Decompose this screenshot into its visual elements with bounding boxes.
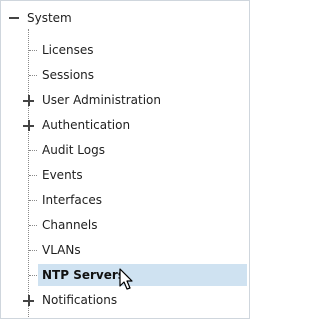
tree-branch-line (29, 200, 37, 201)
tree-branch-line (29, 75, 37, 76)
tree-node-label[interactable]: Channels (42, 213, 98, 238)
tree-node-audit-logs[interactable]: Audit Logs (1, 138, 249, 163)
tree-node-label[interactable]: NTP Servers (42, 263, 125, 288)
tree-node-authentication[interactable]: Authentication (1, 113, 249, 138)
tree-node-system[interactable]: System (1, 6, 249, 31)
tree-branch-line (29, 275, 37, 276)
tree-branch-line (29, 250, 37, 251)
tree-branch-line (29, 175, 37, 176)
tree-node-label[interactable]: Events (42, 163, 83, 188)
tree-node-interfaces[interactable]: Interfaces (1, 188, 249, 213)
mouse-pointer-icon (119, 268, 133, 290)
tree-node-system-label[interactable]: System (27, 6, 72, 31)
tree-node-sessions[interactable]: Sessions (1, 63, 249, 88)
tree-node-events[interactable]: Events (1, 163, 249, 188)
expand-plus-icon[interactable] (23, 295, 34, 306)
tree-node-user-administration[interactable]: User Administration (1, 88, 249, 113)
tree-node-label[interactable]: VLANs (42, 238, 81, 263)
tree-node-label[interactable]: Notifications (42, 288, 117, 313)
tree-node-label[interactable]: Authentication (42, 113, 130, 138)
tree-node-label[interactable]: Audit Logs (42, 138, 105, 163)
tree-node-label[interactable]: Sessions (42, 63, 94, 88)
tree-node-licenses[interactable]: Licenses (1, 38, 249, 63)
tree-node-vlans[interactable]: VLANs (1, 238, 249, 263)
tree-node-label[interactable]: Licenses (42, 38, 94, 63)
tree-branch-line (29, 225, 37, 226)
tree-branch-line (29, 50, 37, 51)
tree-node-channels[interactable]: Channels (1, 213, 249, 238)
expand-plus-icon[interactable] (23, 95, 34, 106)
expand-plus-icon[interactable] (23, 120, 34, 131)
tree-node-label[interactable]: User Administration (42, 88, 161, 113)
tree-node-label[interactable]: Interfaces (42, 188, 102, 213)
collapse-minus-icon[interactable] (9, 17, 19, 19)
tree-branch-line (29, 150, 37, 151)
